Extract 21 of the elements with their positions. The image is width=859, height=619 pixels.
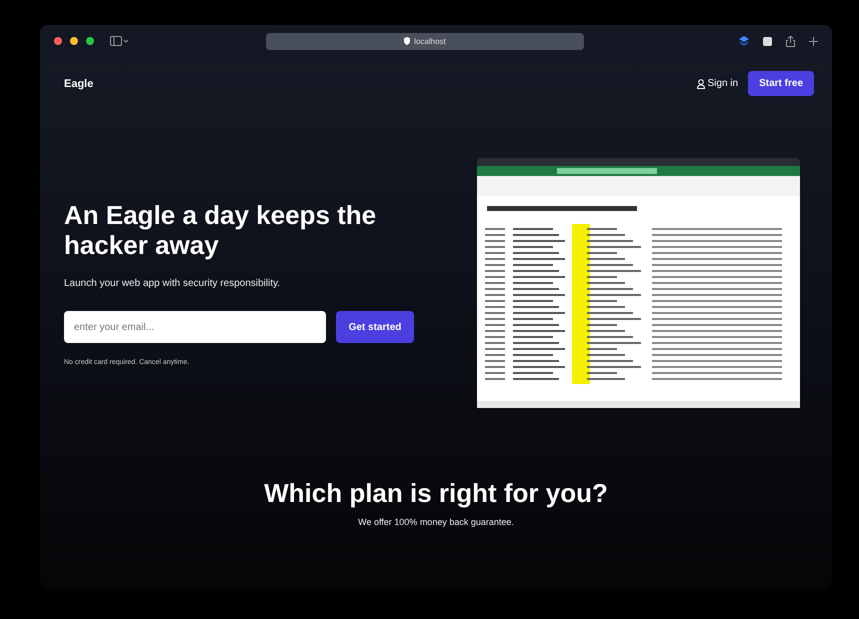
address-text: localhost [414, 36, 446, 46]
email-field[interactable]: enter your email... [64, 311, 326, 343]
pricing-subtitle: We offer 100% money back guarantee. [357, 517, 515, 527]
hero-subtitle: Launch your web app with security responsibility. [64, 278, 282, 289]
brand-name[interactable]: Eagle [64, 78, 94, 90]
get-started-button[interactable]: Get started [336, 311, 414, 343]
square-icon[interactable] [763, 36, 772, 46]
hero-heading: An Eagle a day keeps the hacker away [64, 200, 378, 260]
maximize-icon[interactable] [86, 37, 94, 45]
person-icon [696, 78, 705, 88]
sidebar-icon[interactable] [110, 36, 128, 46]
minimize-icon[interactable] [70, 37, 78, 45]
extension-icon[interactable] [739, 36, 749, 46]
close-icon[interactable] [54, 37, 62, 45]
share-icon[interactable] [786, 36, 795, 46]
sign-in-link[interactable]: Sign in [696, 78, 738, 89]
shield-icon [404, 37, 410, 45]
start-free-button[interactable]: Start free [748, 71, 814, 96]
pricing-heading: Which plan is right for you? [263, 478, 609, 509]
address-bar[interactable]: localhost [266, 32, 584, 50]
plus-icon[interactable] [809, 36, 818, 46]
